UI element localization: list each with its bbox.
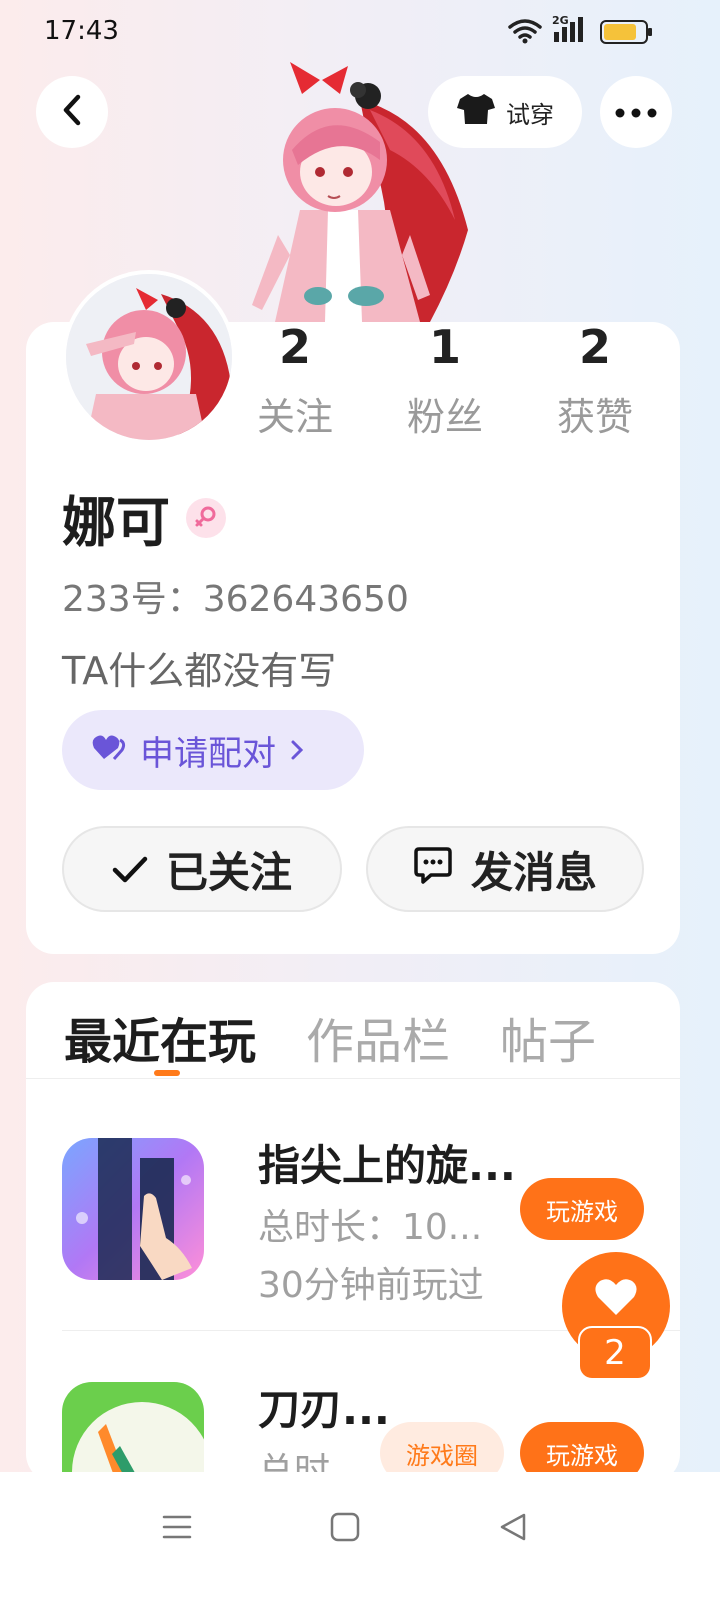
nav-back-icon[interactable] bbox=[488, 1502, 538, 1552]
female-icon bbox=[186, 497, 226, 538]
game-row[interactable]: 刀刃... 总时... 游戏圈 玩游戏 bbox=[62, 1382, 662, 1482]
status-time: 17:43 bbox=[44, 16, 119, 46]
check-icon bbox=[112, 845, 148, 894]
more-icon bbox=[615, 103, 657, 122]
heart-icon bbox=[92, 730, 126, 770]
game-last-played: 30分钟前玩过 bbox=[258, 1265, 484, 1306]
home-icon[interactable] bbox=[320, 1502, 370, 1552]
back-icon bbox=[61, 94, 83, 130]
pair-label: 申请配对 bbox=[140, 733, 276, 774]
character-illustration bbox=[230, 60, 480, 326]
pair-button[interactable]: 申请配对 bbox=[62, 710, 364, 790]
system-nav-bar bbox=[0, 1472, 720, 1600]
tab-divider bbox=[26, 1078, 680, 1079]
avatar[interactable] bbox=[62, 270, 236, 444]
wifi-icon bbox=[508, 18, 542, 48]
tab-bar: 最近在玩 作品栏 帖子 bbox=[64, 1002, 596, 1072]
tab-posts[interactable]: 帖子 bbox=[500, 1002, 596, 1072]
message-button[interactable]: 发消息 bbox=[366, 826, 644, 912]
signal-icon: 2G bbox=[552, 14, 588, 44]
try-on-label: 试穿 bbox=[506, 100, 554, 129]
bio: TA什么都没有写 bbox=[62, 649, 337, 693]
stats-row: 2 关注 1 粉丝 2 获赞 bbox=[220, 322, 680, 441]
game-icon-piano bbox=[62, 1138, 204, 1280]
message-label: 发消息 bbox=[470, 847, 597, 897]
tab-works[interactable]: 作品栏 bbox=[306, 1002, 450, 1072]
stat-label: 获赞 bbox=[556, 395, 633, 439]
stat-value: 2 bbox=[578, 320, 611, 374]
game-playtime: 总时长：10... bbox=[258, 1207, 483, 1248]
games-card: 最近在玩 作品栏 帖子 指尖上的旋... 总时长：10... 30分钟前玩过 玩… bbox=[26, 982, 680, 1482]
menu-icon[interactable] bbox=[152, 1502, 202, 1552]
play-game-button[interactable]: 玩游戏 bbox=[520, 1178, 644, 1240]
status-bar: 17:43 2G bbox=[0, 0, 720, 64]
like-count: 2 bbox=[578, 1326, 652, 1380]
tab-recent[interactable]: 最近在玩 bbox=[64, 1002, 256, 1072]
stat-value: 2 bbox=[278, 320, 311, 374]
chat-icon bbox=[413, 845, 453, 894]
battery-icon bbox=[600, 20, 652, 44]
stat-fans[interactable]: 1 粉丝 bbox=[370, 322, 520, 441]
game-title: 指尖上的旋... bbox=[258, 1141, 516, 1190]
chevron-right-icon bbox=[290, 730, 304, 770]
tab-indicator bbox=[154, 1070, 180, 1076]
name-row: 娜可 bbox=[62, 478, 226, 557]
follow-button[interactable]: 已关注 bbox=[62, 826, 342, 912]
stat-likes[interactable]: 2 获赞 bbox=[520, 322, 670, 441]
nickname: 娜可 bbox=[62, 491, 170, 554]
heart-icon bbox=[594, 1277, 638, 1321]
game-icon-blade bbox=[62, 1382, 204, 1482]
back-button[interactable] bbox=[36, 76, 108, 148]
stat-label: 关注 bbox=[256, 395, 333, 439]
user-id: 233号：362643650 bbox=[62, 579, 409, 620]
stat-label: 粉丝 bbox=[406, 395, 483, 439]
game-title: 刀刃... bbox=[258, 1385, 390, 1434]
more-button[interactable] bbox=[600, 76, 672, 148]
follow-label: 已关注 bbox=[165, 847, 292, 897]
stat-value: 1 bbox=[428, 320, 461, 374]
stat-following[interactable]: 2 关注 bbox=[220, 322, 370, 441]
